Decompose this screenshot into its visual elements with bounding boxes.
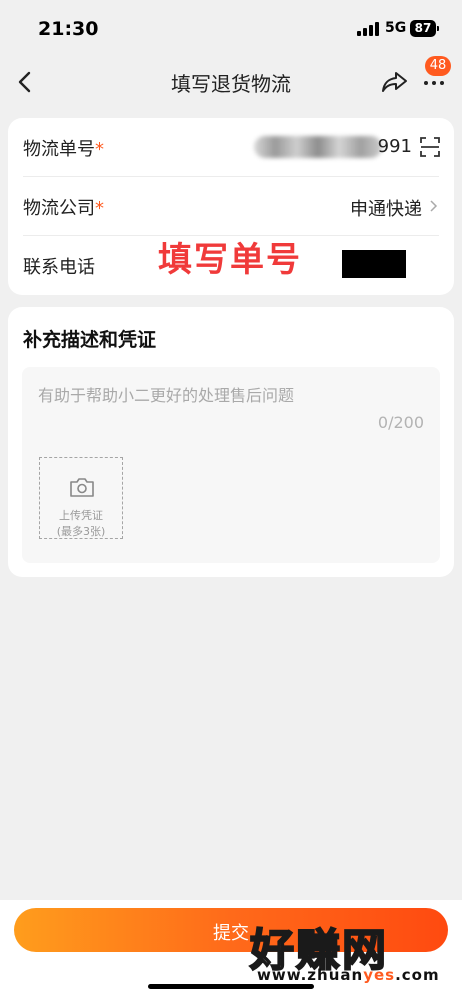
upload-proof-button[interactable]: 上传凭证 (最多3张) [39,457,123,539]
supplement-heading: 补充描述和凭证 [23,329,157,351]
notification-badge: 48 [425,56,451,76]
scan-button[interactable] [420,137,440,157]
logistics-company-value[interactable]: 申通快递 [350,195,422,221]
description-placeholder: 有助于帮助小二更好的处理售后问题 [38,386,295,405]
description-textarea[interactable]: 有助于帮助小二更好的处理售后问题 0/200 上传凭证 (最多3张) [22,367,440,563]
share-icon [382,72,407,92]
signal-icon [357,22,379,36]
character-counter: 0/200 [377,413,424,432]
network-type: 5G [385,20,407,36]
bottom-bar: 提交 好赚网 www.zhuanyes.com [0,900,462,1000]
upload-limit: (最多3张) [56,525,106,538]
overlay-annotation: 填写单号 [158,240,302,280]
share-button[interactable] [380,68,410,96]
logistics-form-card: 物流单号* 991 物流公司* 申通快递 联系电话 填写单号 [8,118,454,295]
tracking-number-value[interactable]: 991 [378,136,412,157]
tracking-number-redacted [254,136,382,158]
home-indicator [148,984,314,989]
camera-icon [70,478,94,497]
contact-phone-label: 联系电话 [23,257,95,278]
tracking-number-row[interactable]: 物流单号* 991 [8,118,454,177]
more-icon [424,81,428,85]
scan-icon [420,137,440,157]
contact-phone-row[interactable]: 联系电话 填写单号 [8,236,454,295]
logistics-company-row[interactable]: 物流公司* 申通快递 [8,177,454,236]
watermark-url: www.zhuanyes.com [257,966,440,984]
chevron-right-icon [430,200,438,212]
upload-label: 上传凭证 [59,509,103,522]
tracking-number-label: 物流单号* [23,139,104,160]
status-time: 21:30 [38,18,99,40]
nav-bar: 填写退货物流 48 [0,56,462,108]
supplement-card: 补充描述和凭证 有助于帮助小二更好的处理售后问题 0/200 上传凭证 (最多3… [8,307,454,577]
status-bar: 21:30 5G 87 [0,0,462,56]
logistics-company-label: 物流公司* [23,198,104,219]
battery-icon: 87 [410,20,439,37]
contact-phone-redacted[interactable] [342,250,406,278]
